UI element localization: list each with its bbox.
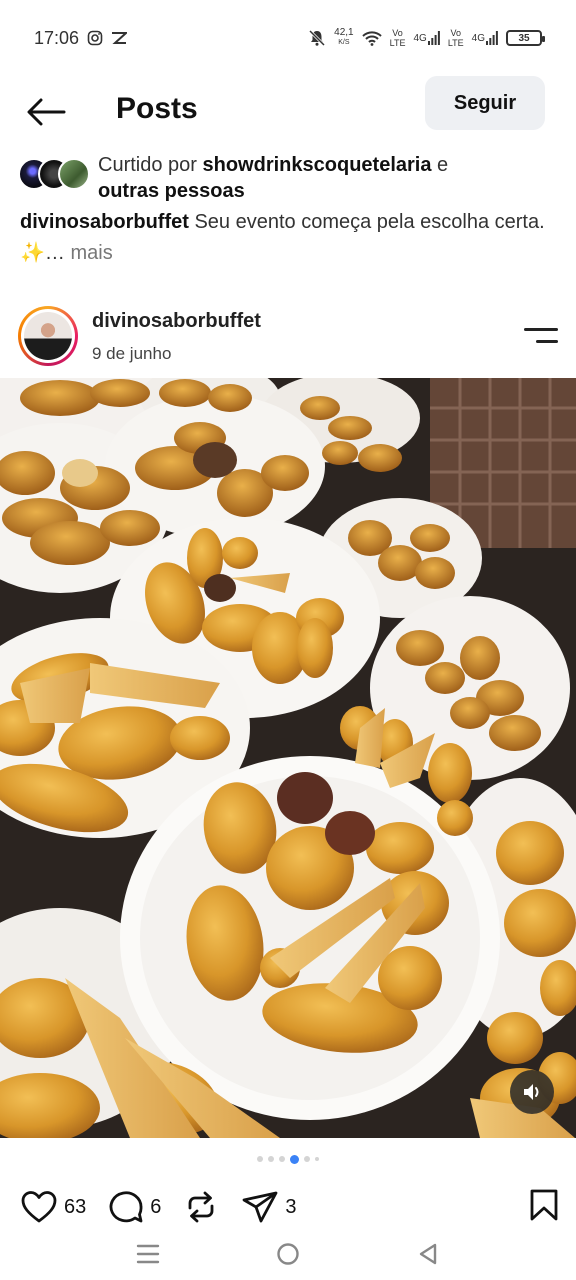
- menu-icon-line: [536, 340, 558, 343]
- system-navigation-bar: [0, 1228, 576, 1280]
- repost-button[interactable]: [183, 1190, 219, 1224]
- post-caption: divinosaborbuffet Seu evento começa pela…: [20, 207, 560, 269]
- status-time: 17:06: [34, 27, 80, 48]
- carousel-dot: [304, 1156, 310, 1162]
- sound-toggle-button[interactable]: [510, 1070, 554, 1114]
- caption-username[interactable]: divinosaborbuffet: [20, 211, 189, 233]
- comment-icon: [109, 1191, 143, 1223]
- instagram-notification-icon: [87, 30, 103, 46]
- signal-icon-1: 4G: [413, 31, 440, 45]
- home-button[interactable]: [273, 1239, 303, 1269]
- recent-apps-button[interactable]: [133, 1239, 163, 1269]
- post-username[interactable]: divinosaborbuffet: [92, 310, 261, 333]
- back-button[interactable]: [24, 90, 68, 134]
- triangle-back-icon: [419, 1243, 437, 1265]
- network-speed: 42,1 K/S: [334, 27, 354, 47]
- heart-icon: [21, 1191, 57, 1223]
- liked-by-row[interactable]: Curtido por showdrinkscoquetelaria e out…: [18, 152, 558, 204]
- menu-button[interactable]: [522, 324, 558, 348]
- home-icon: [277, 1243, 299, 1265]
- carousel-dot: [257, 1156, 263, 1162]
- liked-by-others-link[interactable]: outras pessoas: [98, 180, 245, 202]
- bookmark-icon: [530, 1189, 558, 1220]
- profile-photo: [24, 312, 72, 360]
- carousel-dot-active: [290, 1155, 299, 1164]
- liked-by-text: Curtido por showdrinkscoquetelaria e out…: [98, 154, 449, 202]
- wifi-icon: [361, 30, 382, 46]
- mute-icon: [308, 29, 326, 47]
- carousel-dot: [279, 1156, 285, 1162]
- avatar: [58, 158, 90, 190]
- comment-button[interactable]: 6: [108, 1190, 161, 1224]
- comment-count: 6: [150, 1195, 162, 1218]
- liked-by-user-link[interactable]: showdrinkscoquetelaria: [203, 154, 432, 176]
- more-link[interactable]: mais: [65, 242, 112, 264]
- status-bar: 17:06 42,1 K/S Vo LTE 4G Vo LTE 4G 35: [0, 0, 576, 76]
- post-photo[interactable]: [0, 378, 576, 1138]
- arrow-left-icon: [27, 98, 66, 126]
- app-header: Posts Seguir: [0, 76, 576, 146]
- like-button[interactable]: 63: [20, 1190, 86, 1224]
- liked-by-avatars: [18, 158, 94, 198]
- page-title: Posts: [116, 92, 198, 125]
- send-icon: [242, 1191, 278, 1223]
- signal-icon-2: 4G: [472, 31, 498, 45]
- profile-avatar[interactable]: [18, 306, 78, 366]
- speaker-icon: [524, 1084, 539, 1100]
- share-count: 3: [285, 1195, 297, 1218]
- repost-icon: [188, 1191, 214, 1223]
- share-button[interactable]: 3: [241, 1190, 297, 1224]
- volte-label-2: Vo LTE: [447, 28, 464, 48]
- app-notification-icon: [111, 31, 128, 45]
- like-count: 63: [64, 1195, 87, 1218]
- recent-apps-icon: [136, 1244, 160, 1264]
- post-actions: 63 6 3: [20, 1184, 560, 1230]
- menu-icon: [524, 328, 558, 331]
- carousel-indicator: [0, 1155, 576, 1164]
- post-header: divinosaborbuffet 9 de junho: [18, 304, 558, 370]
- follow-button[interactable]: Seguir: [425, 76, 545, 130]
- battery-icon: 35: [506, 30, 545, 46]
- carousel-dot: [315, 1157, 319, 1161]
- post-date: 9 de junho: [92, 344, 172, 363]
- carousel-dot: [268, 1156, 274, 1162]
- food-photo-illustration: [0, 378, 576, 1138]
- back-nav-button[interactable]: [413, 1239, 443, 1269]
- save-button[interactable]: [528, 1188, 560, 1227]
- volte-label-1: Vo LTE: [389, 28, 406, 48]
